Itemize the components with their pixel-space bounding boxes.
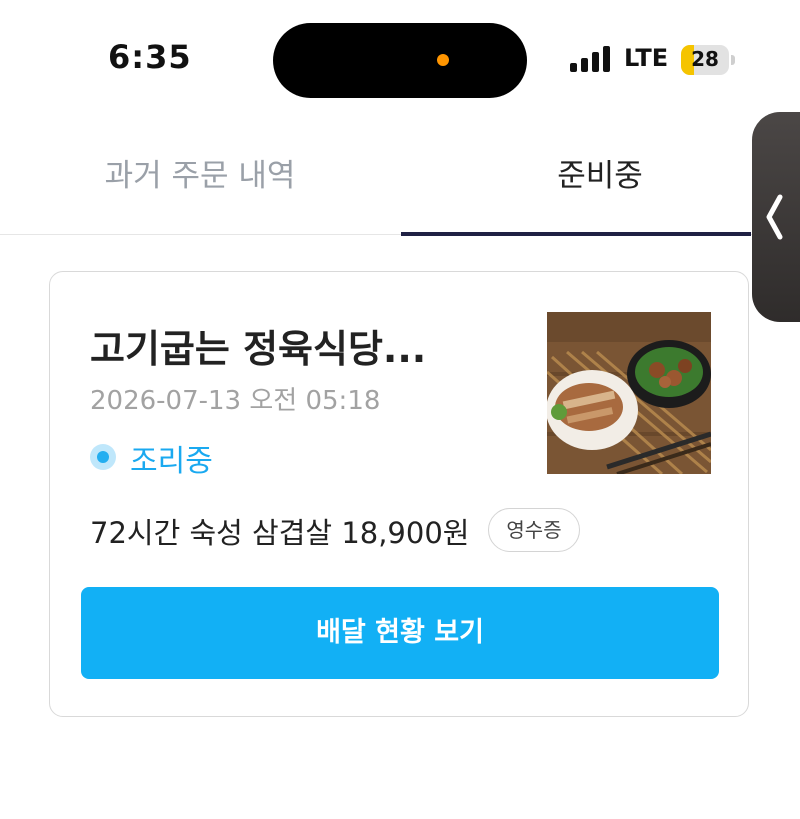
status-label: 조리중 [130,444,213,479]
status-bar: 6:35 LTE 28 [0,0,800,110]
store-name[interactable]: 고기굽는 정육식당... [90,318,510,373]
cellular-signal-icon [570,46,610,72]
order-card: 고기굽는 정육식당... 2026-07-13 오전 05:18 조리중 72시… [49,271,749,717]
chevron-left-icon [766,194,783,240]
battery-nub [731,55,735,65]
network-type: LTE [624,44,669,72]
active-tab-indicator [401,232,751,236]
side-panel-handle[interactable] [752,112,800,322]
tab-preparing[interactable]: 준비중 [400,130,800,234]
order-tabs: 과거 주문 내역 준비중 [0,130,800,236]
food-photo [547,312,711,474]
battery-icon: 28 [681,45,729,75]
battery-level: 28 [691,47,719,71]
tab-past-orders[interactable]: 과거 주문 내역 [0,130,400,234]
dynamic-island [273,23,527,98]
receipt-button[interactable]: 영수증 [488,508,580,552]
track-delivery-button[interactable]: 배달 현황 보기 [81,587,719,679]
status-dot-icon [90,444,116,470]
order-summary: 72시간 숙성 삼겹살 18,900원 [90,516,470,550]
recording-indicator-icon [437,54,449,66]
order-time: 2026-07-13 오전 05:18 [90,386,381,416]
status-time: 6:35 [108,38,192,76]
